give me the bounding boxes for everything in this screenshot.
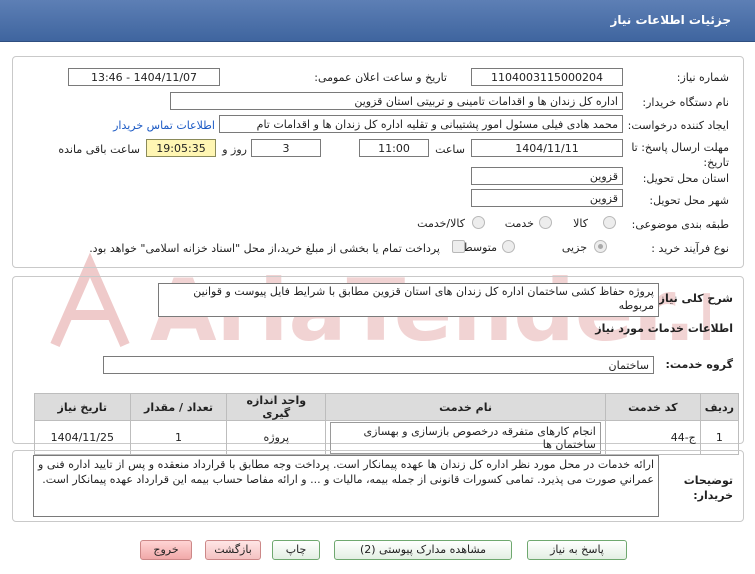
buyer-label: نام دستگاه خریدار: <box>642 96 729 109</box>
announce-field: 1404/11/07 - 13:46 <box>68 68 220 86</box>
deadline-date-field: 1404/11/11 <box>471 139 623 157</box>
category-service-radio[interactable] <box>539 216 552 229</box>
buyer-contact-link[interactable]: اطلاعات تماس خریدار <box>113 119 215 132</box>
print-button[interactable]: چاپ <box>272 540 320 560</box>
remaining-time-field: 19:05:35 <box>146 139 216 157</box>
cell-name-value: انجام کارهای متفرقه درخصوص بازسازی و بهس… <box>330 421 601 454</box>
days-field: 3 <box>251 139 321 157</box>
category-label: طبقه بندی موضوعی: <box>631 218 729 231</box>
col-code: کد خدمت <box>604 393 701 421</box>
city-label: شهر محل تحویل: <box>649 194 729 207</box>
category-goods-radio[interactable] <box>603 216 616 229</box>
deadline-label-date: تاریخ: <box>703 156 729 169</box>
exit-button[interactable]: خروج <box>140 540 192 560</box>
need-number-label: شماره نیاز: <box>676 71 729 84</box>
process-partial-radio[interactable] <box>594 240 607 253</box>
col-date: تاریخ نیاز <box>34 393 131 421</box>
need-number-field: 1104003115000204 <box>471 68 623 86</box>
remaining-label: ساعت باقی مانده <box>58 143 140 156</box>
attachments-button[interactable]: مشاهده مدارک پیوستی (2) <box>334 540 512 560</box>
buyer-notes-label-2: خریدار: <box>693 489 733 502</box>
info-panel <box>12 56 744 268</box>
page-title: جزئیات اطلاعات نیاز <box>610 13 731 27</box>
treasury-checkbox[interactable] <box>452 240 465 253</box>
col-unit: واحد اندازه گیری <box>226 393 327 421</box>
creator-label: ایجاد کننده درخواست: <box>627 119 729 132</box>
service-group-label: گروه خدمت: <box>665 358 733 371</box>
process-medium-label: متوسط <box>462 241 497 254</box>
category-both-label: کالا/خدمت <box>417 217 465 230</box>
process-medium-radio[interactable] <box>502 240 515 253</box>
province-label: استان محل تحویل: <box>642 172 729 185</box>
category-service-label: خدمت <box>504 217 534 230</box>
summary-label: شرح کلی نیاز: <box>654 292 733 305</box>
summary-field: پروژه حفاظ کشی ساختمان اداره کل زندان ها… <box>158 283 659 317</box>
col-qty: تعداد / مقدار <box>129 393 228 421</box>
category-goods-label: کالا <box>573 217 588 230</box>
buyer-notes-label: توضیحات <box>683 474 733 487</box>
table-header-row: ردیف کد خدمت نام خدمت واحد اندازه گیری ت… <box>34 393 740 421</box>
buyer-notes-field: ارائه خدمات در محل مورد نظر اداره کل زند… <box>33 455 659 517</box>
category-both-radio[interactable] <box>472 216 485 229</box>
creator-field: محمد هادی فیلی مسئول امور پشتیبانی و تقل… <box>219 115 623 133</box>
col-row: ردیف <box>699 393 740 421</box>
process-partial-label: جزیی <box>561 241 587 254</box>
deadline-time-field: 11:00 <box>359 139 429 157</box>
back-button[interactable]: بازگشت <box>205 540 261 560</box>
services-table: ردیف کد خدمت نام خدمت واحد اندازه گیری ت… <box>34 393 740 455</box>
reply-button[interactable]: پاسخ به نیاز <box>527 540 627 560</box>
buyer-field: اداره کل زندان ها و اقدامات تامینی و ترب… <box>170 92 623 110</box>
days-label: روز و <box>222 143 247 156</box>
service-group-field: ساختمان <box>103 356 654 374</box>
col-name: نام خدمت <box>325 393 606 421</box>
city-field: قزوین <box>471 189 623 207</box>
province-field: قزوین <box>471 167 623 185</box>
process-label: نوع فرآیند خرید : <box>651 242 729 255</box>
services-heading: اطلاعات خدمات مورد نیاز <box>595 322 733 335</box>
announce-label: تاریخ و ساعت اعلان عمومی: <box>314 71 447 84</box>
treasury-note: پرداخت تمام یا بخشی از مبلغ خرید،از محل … <box>89 242 440 255</box>
deadline-label: مهلت ارسال پاسخ: تا <box>631 141 729 154</box>
cell-code-value: ج-44 <box>670 431 696 444</box>
deadline-hour-label: ساعت <box>435 143 465 156</box>
